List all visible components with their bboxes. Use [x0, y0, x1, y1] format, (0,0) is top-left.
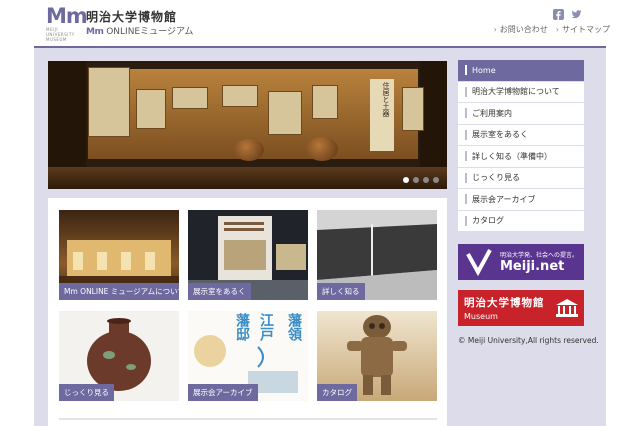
museum-logo[interactable]: Mm MEIJI UNIVERSITY MUSEUM [46, 4, 88, 43]
hero-pottery [306, 137, 338, 161]
tile-label: 展示会アーカイブ [188, 384, 258, 401]
meiji-net-tagline: 明治大学発、社会への提言。 [500, 252, 579, 259]
tile-look-closely[interactable]: じっくり見る [59, 311, 179, 401]
sitemap-link[interactable]: サイトマップ [556, 24, 610, 35]
sidebar-item-home[interactable]: Home [458, 60, 584, 82]
subtitle-text: ONLINEミュージアム [106, 27, 194, 37]
facebook-icon[interactable] [553, 9, 564, 20]
sidebar-item-learn[interactable]: 詳しく知る（準備中） [458, 146, 584, 168]
social-links [553, 9, 582, 20]
sidebar-item-about[interactable]: 明治大学博物館について [458, 81, 584, 103]
tile-label: Mm ONLINE ミュージアムについて [59, 283, 179, 300]
tile-label: 展示室をあるく [188, 283, 251, 300]
tile-label: 詳しく知る [317, 283, 365, 300]
site-title[interactable]: 明治大学博物館 [86, 8, 177, 25]
slide-dot[interactable] [423, 177, 429, 183]
hero-photo-panel [268, 91, 302, 135]
hero-photo-panel [402, 87, 424, 131]
museum-building-icon [556, 299, 578, 317]
hero-vertical-title: 住居と土器 [370, 79, 394, 151]
header-links: お問い合わせ サイトマップ [494, 24, 610, 35]
hero-scroll-panel [88, 67, 130, 137]
copyright-text: © Meiji University,All rights reserved. [458, 336, 599, 345]
contact-link[interactable]: お問い合わせ [494, 24, 548, 35]
logo-mark-text: Mm [46, 4, 88, 28]
museum-banner-sub: Museum [464, 312, 498, 321]
slideshow-dots [403, 177, 439, 183]
slide-dot[interactable] [413, 177, 419, 183]
sidebar-item-guide[interactable]: ご利用案内 [458, 103, 584, 125]
grid-divider [59, 418, 437, 420]
tile-about-online-museum[interactable]: Mm ONLINE ミュージアムについて [59, 210, 179, 300]
tile-label: じっくり見る [59, 384, 114, 401]
tile-label: カタログ [317, 384, 357, 401]
subtitle-mark: Mm [86, 27, 104, 37]
twitter-icon[interactable] [571, 9, 582, 20]
site-subtitle: Mm ONLINEミュージアム [86, 24, 193, 37]
sidebar-nav: Home 明治大学博物館について ご利用案内 展示室をあるく 詳しく知る（準備中… [458, 60, 584, 232]
slide-dot[interactable] [433, 177, 439, 183]
sidebar-item-walk[interactable]: 展示室をあるく [458, 124, 584, 146]
tile-exhibition-archive[interactable]: 藩邸 江戸 藩領 展示会アーカイブ [188, 311, 308, 401]
slide-dot[interactable] [403, 177, 409, 183]
hero-slideshow[interactable]: 住居と土器 [48, 61, 447, 189]
tile-catalog[interactable]: カタログ [317, 311, 437, 401]
hero-photo-panel [136, 89, 166, 129]
hero-pottery [234, 139, 264, 161]
hero-photo-panel [172, 87, 208, 109]
museum-banner-title: 明治大学博物館 [464, 297, 545, 309]
tile-walk-exhibition[interactable]: 展示室をあるく [188, 210, 308, 300]
museum-banner[interactable]: 明治大学博物館 Museum [458, 290, 584, 326]
sidebar-item-closely[interactable]: じっくり見る [458, 167, 584, 189]
sidebar-item-archive[interactable]: 展示会アーカイブ [458, 189, 584, 211]
meiji-net-banner[interactable]: 明治大学発、社会への提言。 Meiji.net [458, 244, 584, 280]
site-header: Mm MEIJI UNIVERSITY MUSEUM 明治大学博物館 Mm ON… [0, 0, 640, 46]
tile-learn-more[interactable]: 詳しく知る [317, 210, 437, 300]
sidebar-item-catalog[interactable]: カタログ [458, 210, 584, 232]
hero-photo-panel [312, 85, 338, 119]
hero-photo-panel [222, 85, 258, 107]
hero-floor [48, 167, 447, 189]
meiji-net-logo-icon [466, 249, 492, 276]
meiji-net-title: Meiji.net [500, 259, 565, 274]
logo-sub-text: MEIJI UNIVERSITY MUSEUM [46, 27, 75, 42]
